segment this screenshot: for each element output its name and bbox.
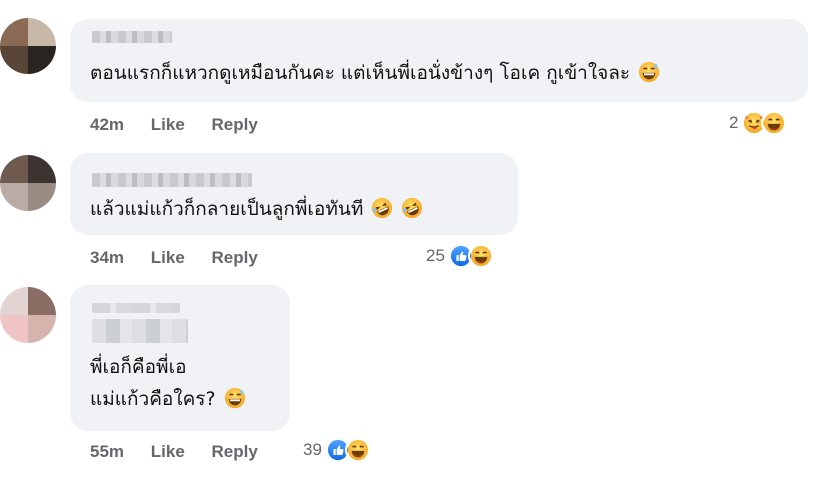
comment-text: แล้วแม่แก้วก็กลายเป็นลูกพี่เอทันที — [90, 195, 423, 223]
timestamp[interactable]: 34m — [90, 248, 124, 268]
reply-button[interactable]: Reply — [212, 115, 258, 135]
comment-meta: 34m Like Reply — [90, 248, 280, 268]
comment-bubble: พี่เอก็คือพี่เอ แม่แก้วคือใคร? — [70, 285, 290, 431]
reaction-count: 2 — [729, 113, 739, 132]
avatar[interactable] — [0, 155, 56, 211]
comment-text: แม่แก้วคือใคร? — [90, 385, 246, 413]
comment-text-content: ตอนแรกก็แหวกดูเหมือนกันคะ แต่เห็นพี่เอนั… — [90, 62, 631, 84]
grinning-sweat-emoji — [224, 387, 246, 409]
comment-text: ตอนแรกก็แหวกดูเหมือนกันคะ แต่เห็นพี่เอนั… — [90, 59, 660, 87]
comment-text-content: แล้วแม่แก้วก็กลายเป็นลูกพี่เอทันที — [90, 198, 364, 220]
like-button[interactable]: Like — [151, 115, 185, 135]
author-name[interactable] — [92, 31, 172, 43]
avatar[interactable] — [0, 287, 56, 343]
laughing-emoji — [467, 243, 494, 269]
laughing-emoji — [761, 110, 788, 136]
reply-button[interactable]: Reply — [212, 442, 258, 462]
reaction-summary[interactable]: 25 — [426, 243, 494, 269]
laughing-emoji — [344, 437, 371, 463]
rolling-laughing-emoji — [401, 197, 423, 219]
comment-bubble: แล้วแม่แก้วก็กลายเป็นลูกพี่เอทันที — [70, 153, 518, 235]
comment-bubble: ตอนแรกก็แหวกดูเหมือนกันคะ แต่เห็นพี่เอนั… — [70, 19, 808, 102]
reaction-count: 39 — [303, 440, 322, 459]
like-button[interactable]: Like — [151, 442, 185, 462]
reply-button[interactable]: Reply — [212, 248, 258, 268]
timestamp[interactable]: 42m — [90, 115, 124, 135]
grinning-sweat-emoji — [638, 61, 660, 83]
timestamp[interactable]: 55m — [90, 442, 124, 462]
comment-meta: 55m Like Reply — [90, 442, 280, 462]
author-name[interactable] — [92, 303, 180, 313]
rolling-laughing-emoji — [371, 197, 393, 219]
comment-text-line1: พี่เอก็คือพี่เอ — [90, 356, 187, 378]
author-name-blur — [92, 319, 188, 343]
reaction-summary[interactable]: 39 — [303, 437, 371, 463]
comment-text-content: แม่แก้วคือใคร? — [90, 388, 216, 410]
author-name[interactable] — [92, 173, 252, 187]
reaction-count: 25 — [426, 246, 445, 265]
reaction-summary[interactable]: 2 — [729, 110, 788, 136]
comment-meta: 42m Like Reply — [90, 115, 280, 135]
like-button[interactable]: Like — [151, 248, 185, 268]
avatar[interactable] — [0, 18, 56, 74]
